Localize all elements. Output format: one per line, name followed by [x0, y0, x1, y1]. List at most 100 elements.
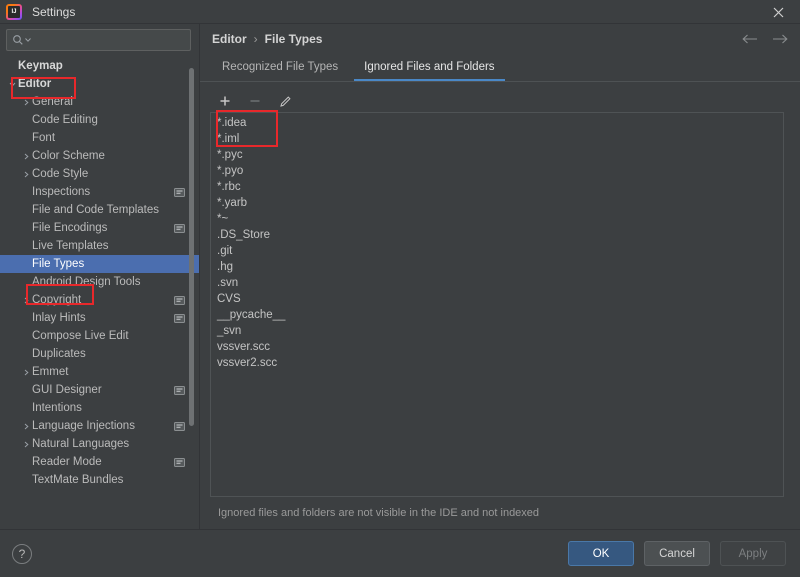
chevron-right-icon[interactable]: [20, 153, 32, 160]
sidebar-item-gui-designer[interactable]: GUI Designer: [0, 381, 199, 399]
breadcrumb-current: File Types: [264, 32, 323, 46]
sidebar-item-font[interactable]: Font: [0, 129, 199, 147]
sidebar-item-android-design-tools[interactable]: Android Design Tools: [0, 273, 199, 291]
sidebar-item-file-encodings[interactable]: File Encodings: [0, 219, 199, 237]
chevron-right-icon[interactable]: [20, 171, 32, 178]
cancel-button[interactable]: Cancel: [644, 541, 710, 566]
sidebar-item-editor[interactable]: Editor: [0, 75, 199, 93]
list-item[interactable]: *.iml: [211, 131, 783, 147]
chevron-down-icon[interactable]: [6, 81, 18, 88]
list-item[interactable]: .DS_Store: [211, 227, 783, 243]
sidebar-item-label: Inspections: [32, 186, 91, 198]
list-item[interactable]: _svn: [211, 323, 783, 339]
ignored-files-list-inner: *.idea *.iml *.pyc *.pyo *.rbc *.yarb *~ .DS_St…: [211, 113, 783, 371]
list-item[interactable]: CVS: [211, 291, 783, 307]
search-text-input[interactable]: [35, 34, 189, 46]
list-item[interactable]: vssver.scc: [211, 339, 783, 355]
chevron-right-icon[interactable]: [20, 441, 32, 448]
sidebar-item-label: GUI Designer: [32, 384, 102, 396]
sidebar-item-general[interactable]: General: [0, 93, 199, 111]
sidebar-item-label: File Types: [32, 258, 85, 270]
list-item[interactable]: *.rbc: [211, 179, 783, 195]
module-settings-badge-icon: [174, 295, 185, 305]
minus-icon: [248, 94, 262, 108]
ignored-list-toolbar: [210, 90, 784, 112]
settings-main-panel: Editor › File Types Recognized File Type…: [200, 24, 800, 529]
plus-icon[interactable]: [218, 94, 232, 108]
sidebar-item-emmet[interactable]: Emmet: [0, 363, 199, 381]
sidebar-item-inlay-hints[interactable]: Inlay Hints: [0, 309, 199, 327]
settings-window: Settings: [0, 0, 800, 577]
sidebar-item-file-types[interactable]: File Types: [0, 255, 199, 273]
sidebar-item-label: Duplicates: [32, 348, 86, 360]
list-item[interactable]: *~: [211, 211, 783, 227]
search-input[interactable]: [6, 29, 191, 51]
settings-sidebar: Keymap Editor General Code Editing Font Color…: [0, 24, 200, 529]
sidebar-item-duplicates[interactable]: Duplicates: [0, 345, 199, 363]
breadcrumb-root[interactable]: Editor: [212, 32, 247, 46]
breadcrumb: Editor › File Types: [200, 24, 800, 54]
sidebar-item-compose-live-edit[interactable]: Compose Live Edit: [0, 327, 199, 345]
search-dropdown-chevron-down-icon[interactable]: [25, 37, 31, 43]
sidebar-scrollbar-thumb[interactable]: [189, 68, 194, 426]
ignored-files-list[interactable]: *.idea *.iml *.pyc *.pyo *.rbc *.yarb *~ .DS_St…: [210, 112, 784, 497]
chevron-right-icon[interactable]: [20, 369, 32, 376]
list-item[interactable]: .git: [211, 243, 783, 259]
sidebar-item-label: Language Injections: [32, 420, 135, 432]
sidebar-item-label: File Encodings: [32, 222, 108, 234]
chevron-right-icon[interactable]: [20, 99, 32, 106]
breadcrumb-nav: [742, 24, 788, 54]
module-settings-badge-icon: [174, 187, 185, 197]
list-item[interactable]: *.pyc: [211, 147, 783, 163]
chevron-right-icon[interactable]: [20, 423, 32, 430]
ok-button[interactable]: OK: [568, 541, 634, 566]
sidebar-item-reader-mode[interactable]: Reader Mode: [0, 453, 199, 471]
sidebar-item-label: Live Templates: [32, 240, 109, 252]
sidebar-item-label: File and Code Templates: [32, 204, 159, 216]
help-button[interactable]: ?: [12, 543, 32, 564]
list-item[interactable]: vssver2.scc: [211, 355, 783, 371]
sidebar-item-label: Keymap: [18, 60, 63, 72]
sidebar-item-keymap[interactable]: Keymap: [0, 57, 199, 75]
list-item[interactable]: __pycache__: [211, 307, 783, 323]
sidebar-scrollbar[interactable]: [189, 24, 197, 529]
sidebar-item-copyright[interactable]: Copyright: [0, 291, 199, 309]
sidebar-item-natural-languages[interactable]: Natural Languages: [0, 435, 199, 453]
close-icon[interactable]: [756, 0, 800, 24]
list-item[interactable]: *.pyo: [211, 163, 783, 179]
chevron-right-icon[interactable]: [20, 297, 32, 304]
sidebar-item-file-and-code-templates[interactable]: File and Code Templates: [0, 201, 199, 219]
sidebar-item-label: Natural Languages: [32, 438, 130, 450]
dialog-buttons: OK Cancel Apply: [568, 541, 786, 566]
sidebar-item-color-scheme[interactable]: Color Scheme: [0, 147, 199, 165]
tab-recognized-file-types[interactable]: Recognized File Types: [212, 55, 348, 81]
sidebar-item-label: Code Editing: [32, 114, 98, 126]
tab-content: *.idea *.iml *.pyc *.pyo *.rbc *.yarb *~ .DS_St…: [200, 82, 800, 529]
file-types-tabs: Recognized File Types Ignored Files and F…: [200, 54, 800, 82]
arrow-right-icon[interactable]: [772, 32, 788, 47]
module-settings-badge-icon: [174, 385, 185, 395]
sidebar-item-live-templates[interactable]: Live Templates: [0, 237, 199, 255]
list-item[interactable]: *.yarb: [211, 195, 783, 211]
module-settings-badge-icon: [174, 457, 185, 467]
sidebar-item-code-editing[interactable]: Code Editing: [0, 111, 199, 129]
list-item[interactable]: .svn: [211, 275, 783, 291]
pencil-icon[interactable]: [278, 94, 292, 108]
sidebar-item-textmate-bundles[interactable]: TextMate Bundles: [0, 471, 199, 489]
sidebar-item-code-style[interactable]: Code Style: [0, 165, 199, 183]
search-icon: [12, 34, 24, 46]
sidebar-item-label: Reader Mode: [32, 456, 102, 468]
search-field-wrap: [0, 24, 199, 57]
sidebar-item-label: TextMate Bundles: [32, 474, 124, 486]
window-title: Settings: [32, 4, 76, 19]
title-bar: Settings: [0, 0, 800, 24]
arrow-left-icon[interactable]: [742, 32, 758, 47]
sidebar-item-language-injections[interactable]: Language Injections: [0, 417, 199, 435]
ignored-files-hint: Ignored files and folders are not visibl…: [218, 507, 540, 519]
sidebar-item-intentions[interactable]: Intentions: [0, 399, 199, 417]
sidebar-item-inspections[interactable]: Inspections: [0, 183, 199, 201]
sidebar-item-label: Compose Live Edit: [32, 330, 129, 342]
list-item[interactable]: *.idea: [211, 115, 783, 131]
tab-ignored-files-and-folders[interactable]: Ignored Files and Folders: [354, 55, 505, 81]
list-item[interactable]: .hg: [211, 259, 783, 275]
